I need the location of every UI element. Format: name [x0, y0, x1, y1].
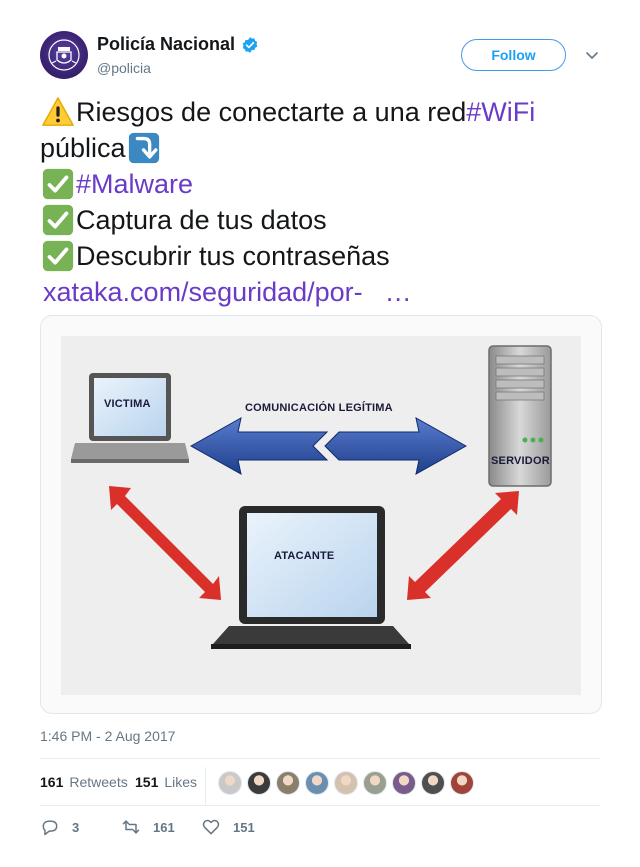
tweet-line-4-text: Captura de tus datos	[76, 205, 327, 235]
arrow-down-right-icon	[126, 130, 162, 166]
stats-divider	[205, 767, 206, 805]
tweet-stats: 161 Retweets 151 Likes	[40, 759, 600, 805]
name-row: Policía Nacional	[97, 34, 259, 55]
liker-avatar[interactable]	[247, 771, 271, 795]
retweet-icon	[122, 820, 140, 834]
like-count: 151	[233, 819, 255, 835]
tweet-link[interactable]: xataka.com/seguridad/por-	[43, 274, 363, 310]
victim-laptop-icon	[71, 373, 189, 463]
liker-avatar[interactable]	[392, 771, 416, 795]
divider-bottom	[40, 805, 600, 806]
mitm-diagram	[71, 345, 552, 649]
reply-icon	[42, 820, 58, 836]
server-label: SERVIDOR	[491, 455, 550, 467]
check-mark-icon	[40, 202, 76, 238]
legit-communication-label: COMUNICACIÓN LEGÍTIMA	[245, 402, 393, 414]
liker-avatar[interactable]	[334, 771, 358, 795]
tweet-header: Policía Nacional @policia Follow	[40, 31, 600, 81]
legit-communication-arrow	[189, 417, 468, 475]
attack-arrow-left	[109, 486, 221, 600]
heart-icon	[202, 819, 220, 835]
retweets-stat-label: Retweets	[69, 774, 128, 790]
reply-button[interactable]: 3	[40, 817, 79, 837]
hashtag-wifi[interactable]: #WiFi	[466, 94, 535, 130]
retweet-button[interactable]: 161	[121, 817, 175, 837]
tweet-line-1: Riesgos de conectarte a una red #WiFi	[40, 94, 600, 130]
tweet-line-4: Captura de tus datos	[40, 202, 600, 238]
liker-avatar[interactable]	[305, 771, 329, 795]
liker-avatar[interactable]	[218, 771, 242, 795]
follow-button[interactable]: Follow	[461, 39, 566, 71]
tweet-link-ellipsis[interactable]: …	[385, 274, 412, 310]
police-badge-icon	[48, 39, 80, 71]
retweets-stat-count: 161	[40, 774, 64, 790]
tweet-text: Riesgos de conectarte a una red #WiFi pú…	[40, 94, 600, 310]
like-button[interactable]: 151	[201, 817, 255, 837]
verified-badge-icon	[242, 36, 258, 53]
retweet-count: 161	[153, 819, 175, 835]
liker-avatar[interactable]	[276, 771, 300, 795]
avatar[interactable]	[40, 31, 88, 79]
reply-count: 3	[72, 819, 80, 835]
liker-avatars	[218, 771, 479, 795]
victim-label: VICTIMA	[104, 398, 151, 410]
attacker-laptop-icon	[211, 506, 411, 649]
tweet-line-2: pública	[40, 130, 600, 166]
tweet-line-6: xataka.com/seguridad/por- …	[40, 274, 600, 310]
display-name[interactable]: Policía Nacional	[97, 34, 235, 55]
hashtag-malware[interactable]: #Malware	[76, 166, 193, 202]
tweet-timestamp[interactable]: 1:46 PM - 2 Aug 2017	[40, 728, 175, 744]
liker-avatar[interactable]	[450, 771, 474, 795]
liker-avatar[interactable]	[363, 771, 387, 795]
liker-avatar[interactable]	[421, 771, 445, 795]
likes-stat-count: 151	[135, 774, 159, 790]
retweets-stat[interactable]: 161 Retweets	[40, 774, 128, 790]
likes-stat-label: Likes	[164, 774, 198, 790]
attack-arrow-right	[407, 491, 519, 600]
tweet-line-3: #Malware	[40, 166, 600, 202]
attacker-label: ATACANTE	[274, 550, 335, 562]
tweet-line-5: Descubrir tus contraseñas	[40, 238, 600, 274]
likes-stat[interactable]: 151 Likes	[135, 774, 197, 790]
chevron-down-icon[interactable]	[584, 47, 600, 63]
check-mark-icon	[40, 238, 76, 274]
tweet-line-1-text: Riesgos de conectarte a una red	[76, 97, 467, 127]
warning-icon	[40, 94, 76, 130]
user-handle[interactable]: @policia	[97, 60, 151, 76]
tweet-media[interactable]: VICTIMA COMUNICACIÓN LEGÍTIMA SERVIDOR A…	[40, 315, 602, 714]
tweet-actions: 3 161 151	[40, 815, 600, 841]
tweet-line-5-text: Descubrir tus contraseñas	[76, 241, 390, 271]
check-mark-icon	[40, 166, 76, 202]
tweet-line-2-text: pública	[40, 133, 126, 163]
